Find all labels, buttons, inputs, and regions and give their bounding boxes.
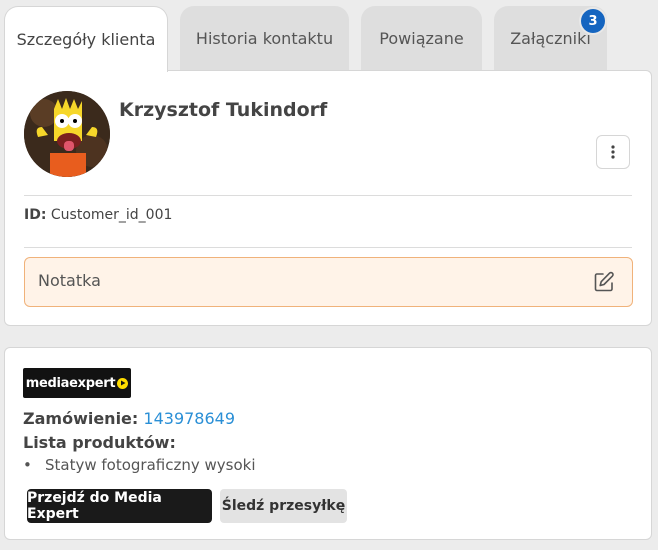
tab-label: Powiązane [379,28,464,48]
note-label: Notatka [38,271,101,290]
divider [24,247,632,248]
tab-label: Historia kontaktu [195,28,334,48]
customer-id-label: ID: [24,207,47,223]
cartoon-avatar-icon [24,91,110,177]
tab-customer-details[interactable]: Szczegóły klienta [4,6,168,72]
customer-id-value: Customer_id_001 [50,207,173,223]
order-number-link[interactable]: 143978649 [143,409,235,428]
more-options-button[interactable] [596,135,630,169]
tab-related[interactable]: Powiązane [361,6,482,70]
media-expert-logo: mediaexpert [23,368,131,398]
order-label: Zamówienie: [23,409,139,428]
product-name: Statyw fotograficzny wysoki [45,456,256,474]
customer-details-card: Krzysztof Tukindorf ID: Customer_id_001 … [4,70,652,326]
note-field[interactable]: Notatka [24,257,633,307]
customer-name: Krzysztof Tukindorf [119,99,328,121]
tab-label: Szczegóły klienta [16,30,156,49]
order-line: Zamówienie: 143978649 [23,409,235,428]
order-card: mediaexpert Zamówienie: 143978649 Lista … [4,347,652,540]
products-label: Lista produktów: [23,433,176,452]
tab-attachments[interactable]: Załączniki 3 [494,6,607,70]
divider [24,195,632,196]
go-to-media-expert-button[interactable]: Przejdź do Media Expert [27,489,212,523]
track-shipment-button[interactable]: Śledź przesyłkę [220,489,347,523]
more-vertical-icon [611,145,615,159]
attachments-count-badge: 3 [581,9,605,33]
bullet-icon: • [23,456,32,474]
logo-play-icon [117,377,129,389]
logo-text: mediaexpert [25,375,116,391]
tab-label: Załączniki [510,28,591,48]
tab-contact-history[interactable]: Historia kontaktu [180,6,349,70]
customer-id: ID: Customer_id_001 [24,207,172,223]
edit-icon[interactable] [592,270,616,294]
avatar [24,91,110,177]
tab-bar: Szczegóły klienta Historia kontaktu Powi… [4,6,654,72]
list-item: • Statyw fotograficzny wysoki [23,456,256,474]
